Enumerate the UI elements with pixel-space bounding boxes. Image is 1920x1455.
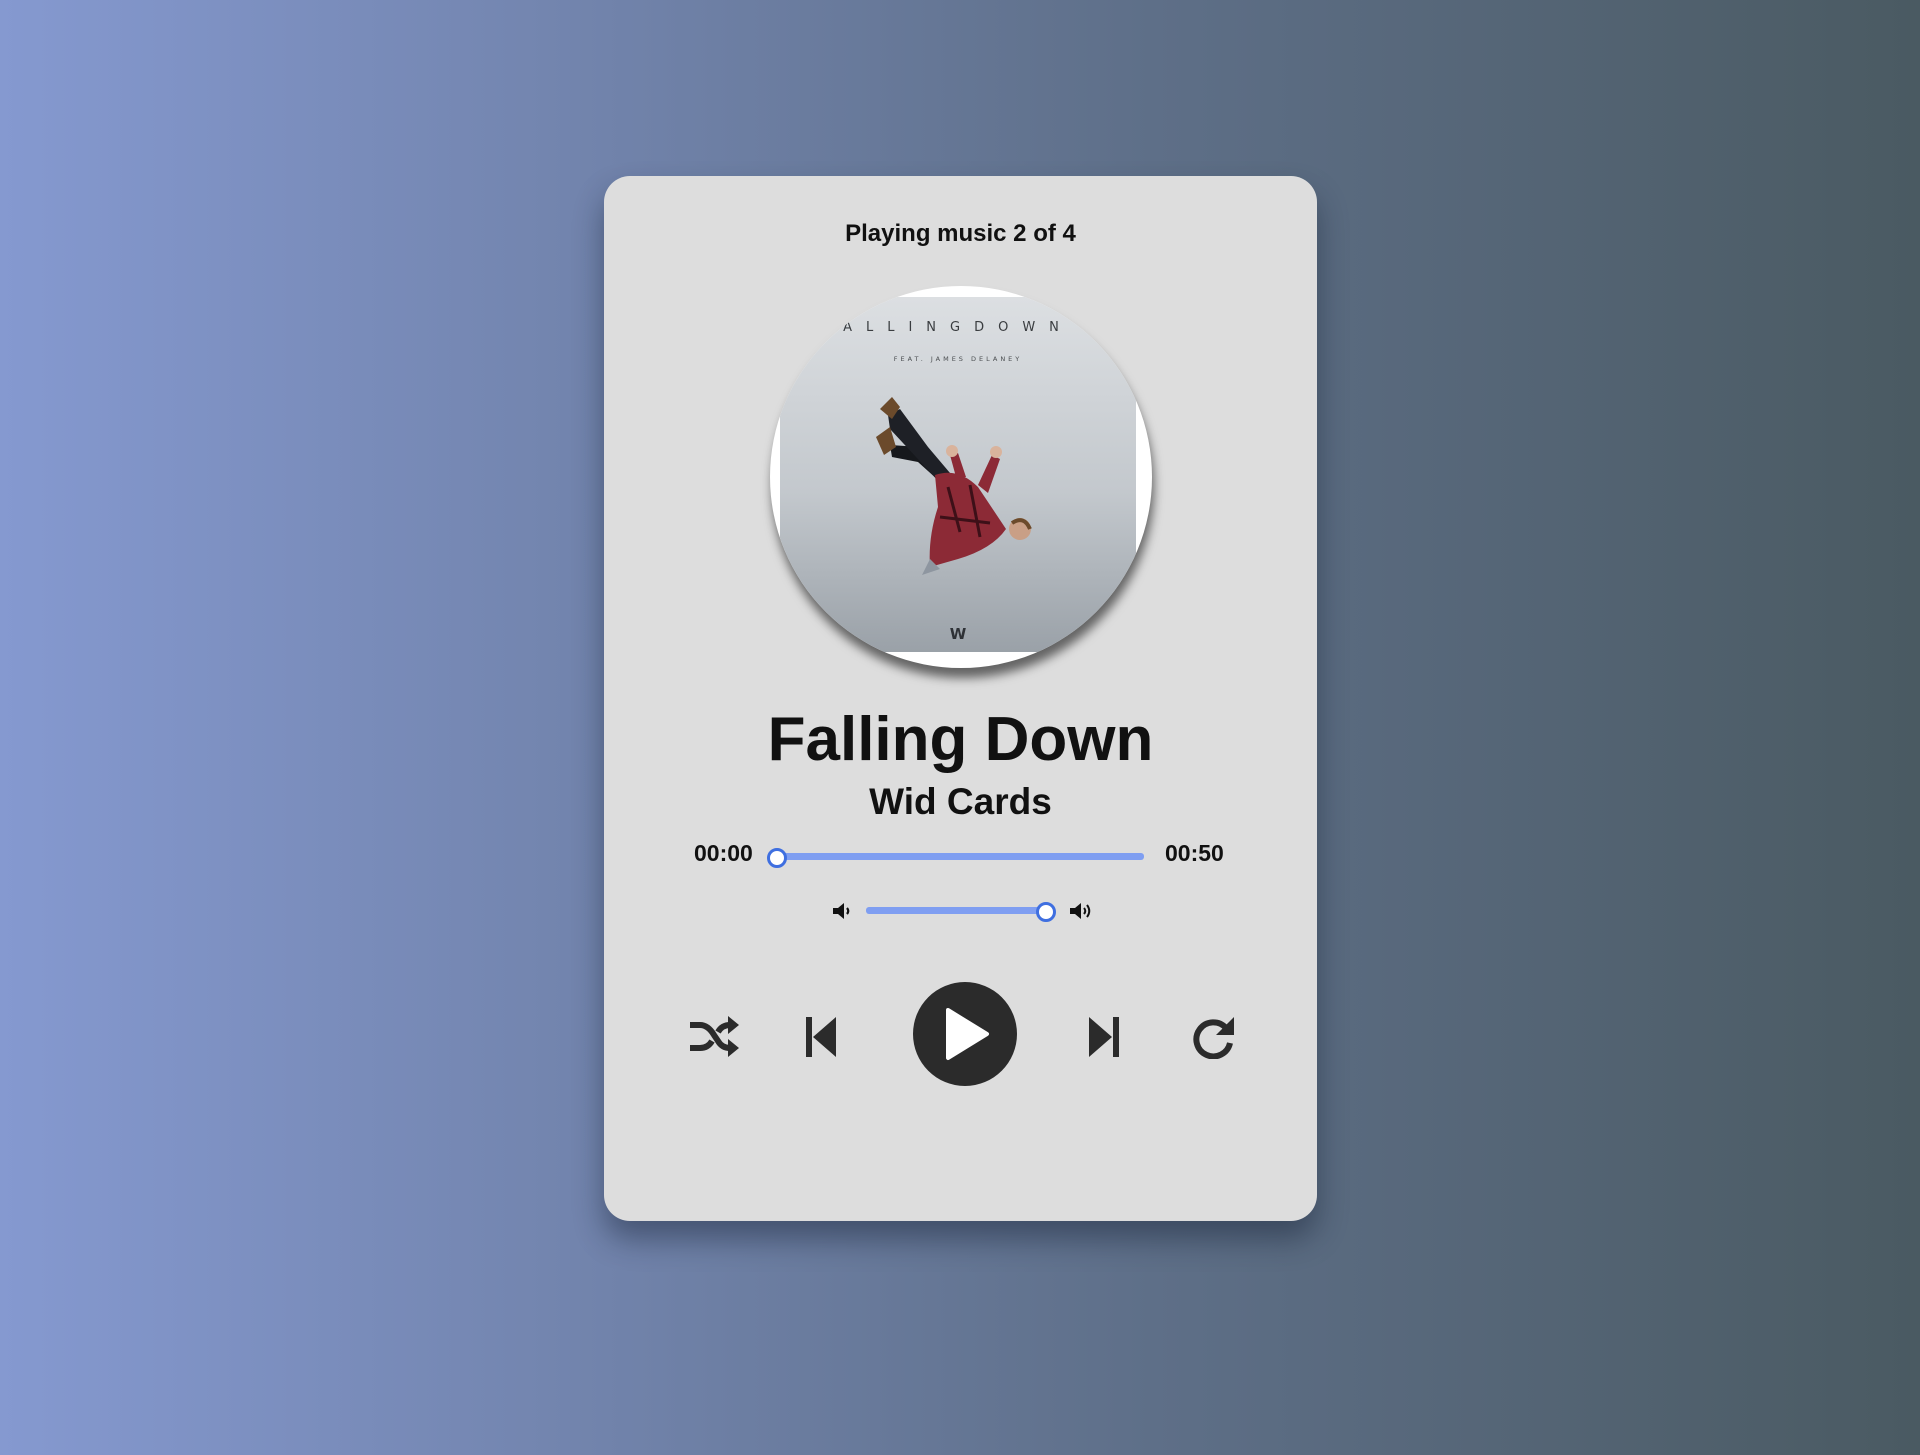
now-playing-label: Playing music 2 of 4 xyxy=(845,220,1076,247)
track-artist: Wid Cards xyxy=(869,781,1052,822)
skip-back-icon xyxy=(805,1015,837,1059)
svg-text:ALLINGDOWN: ALLINGDOWN xyxy=(843,320,1073,335)
player-card: Playing music 2 of 4 ALLINGDOWN FEAT. JA… xyxy=(604,176,1317,1221)
shuffle-icon xyxy=(688,1015,740,1059)
volume-control xyxy=(824,896,1104,926)
next-button[interactable] xyxy=(1085,1012,1123,1062)
total-time: 00:50 xyxy=(1165,840,1224,866)
play-icon xyxy=(940,1007,990,1061)
repeat-icon xyxy=(1192,1015,1236,1059)
playback-controls xyxy=(604,982,1317,1092)
shuffle-button[interactable] xyxy=(685,1012,743,1062)
skip-forward-icon xyxy=(1088,1015,1120,1059)
seek-thumb[interactable] xyxy=(767,848,787,868)
svg-text:FEAT. JAMES DELANEY: FEAT. JAMES DELANEY xyxy=(894,355,1023,363)
volume-thumb[interactable] xyxy=(1035,902,1056,922)
repeat-button[interactable] xyxy=(1190,1012,1238,1062)
volume-down-icon[interactable] xyxy=(830,900,854,922)
play-button[interactable] xyxy=(913,982,1017,1086)
track-title: Falling Down xyxy=(767,705,1154,774)
volume-track[interactable] xyxy=(866,907,1054,914)
album-art: ALLINGDOWN FEAT. JAMES DELANEY W xyxy=(770,286,1152,668)
volume-up-icon[interactable] xyxy=(1068,900,1092,922)
current-time: 00:00 xyxy=(694,840,753,866)
seek-slider[interactable] xyxy=(767,848,1144,868)
seek-track[interactable] xyxy=(776,853,1144,860)
previous-button[interactable] xyxy=(802,1012,840,1062)
album-cover-image: ALLINGDOWN FEAT. JAMES DELANEY W xyxy=(780,297,1136,652)
svg-text:W: W xyxy=(950,625,967,643)
volume-slider[interactable] xyxy=(866,902,1056,922)
